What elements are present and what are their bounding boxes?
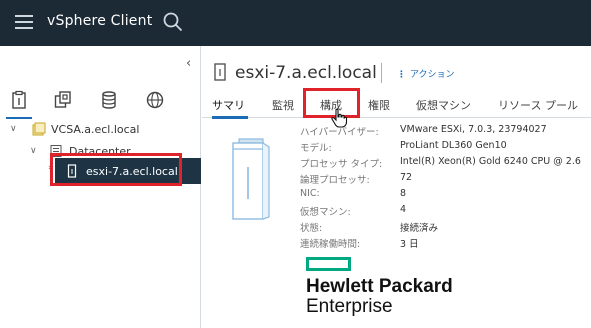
tab-monitor[interactable]: 監視 [272,97,294,113]
more-vertical-icon: ⋮ [397,70,406,80]
property-label: プロセッサ タイプ: [300,159,383,170]
property-label: 状態: [300,223,323,234]
highlight-annotation [50,153,182,186]
object-title: esxi-7.a.ecl.local [235,63,377,83]
tab-vms[interactable]: 仮想マシン [416,97,471,113]
tab-resource-pools[interactable]: リソース プール [498,97,578,113]
actions-menu-button[interactable]: ⋮ アクション [397,67,455,80]
host-icon [214,63,226,81]
property-row: 仮想マシン: 4 [300,204,591,220]
navigator-tabs [0,90,201,114]
property-label: NIC: [300,188,320,199]
storage-icon[interactable] [99,90,119,110]
expand-caret-icon[interactable]: ∨ [10,124,17,134]
property-row: 連続稼働時間: 3 日 [300,236,591,252]
property-row: NIC: 8 [300,188,591,204]
app-title[interactable]: vSphere Client [47,13,152,29]
property-row: プロセッサ タイプ: Intel(R) Xeon(R) Gold 6240 CP… [300,156,591,172]
property-row: モデル: ProLiant DL360 Gen10 [300,140,591,156]
property-label: 仮想マシン: [300,207,351,218]
active-tab-indicator [212,116,248,119]
property-row: 状態: 接続済み [300,220,591,236]
vms-and-templates-icon[interactable] [53,90,73,110]
header-divider [381,63,382,83]
collapse-panel-button[interactable]: ‹ [186,56,191,71]
tab-permissions[interactable]: 権限 [368,97,390,113]
hosts-and-clusters-icon[interactable] [9,90,29,110]
expand-caret-icon[interactable]: ∨ [30,146,37,156]
property-label: 連続稼働時間: [300,239,361,250]
vcenter-icon [32,122,46,136]
property-row: 論理プロセッサ: 72 [300,172,591,188]
property-label: モデル: [300,143,332,154]
networking-icon[interactable] [145,90,165,110]
hpe-logo-element-icon [306,257,351,271]
property-label: 論理プロセッサ: [300,175,370,186]
property-label: ハイパーバイザー: [300,127,379,138]
object-tabs: サマリ 監視 構成 権限 仮想マシン リソース プール [202,92,591,118]
tree-item-label: VCSA.a.ecl.local [51,123,140,136]
search-icon[interactable] [163,12,183,32]
top-bar: vSphere Client [0,0,591,46]
vendor-logo-line2: Enterprise [306,296,393,317]
vendor-logo-line1: Hewlett Packard [306,276,453,297]
property-row: ハイパーバイザー: VMware ESXi, 7.0.3, 23794027 [300,124,591,140]
property-value: Intel(R) Xeon(R) Gold 6240 CPU @ 2.6 [400,156,581,167]
object-view: esxi-7.a.ecl.local ⋮ アクション サマリ 監視 構成 権限 仮… [202,46,591,328]
property-value: 8 [400,188,407,199]
property-value: 72 [400,172,413,183]
navigator-panel: ‹ ∨ VCSA.a.ecl.local ∨ Datacenter › esxi… [0,46,201,328]
property-value: 4 [400,204,407,215]
menu-icon[interactable] [15,15,33,29]
actions-label: アクション [410,70,455,80]
property-value: VMware ESXi, 7.0.3, 23794027 [400,124,547,135]
property-value: 3 日 [400,239,419,250]
host-illustration-icon [232,138,270,220]
property-value: 接続済み [400,223,439,234]
tree-item-vcenter[interactable]: ∨ VCSA.a.ecl.local [0,119,201,141]
property-value: ProLiant DL360 Gen10 [400,140,507,151]
tab-summary[interactable]: サマリ [212,97,245,113]
